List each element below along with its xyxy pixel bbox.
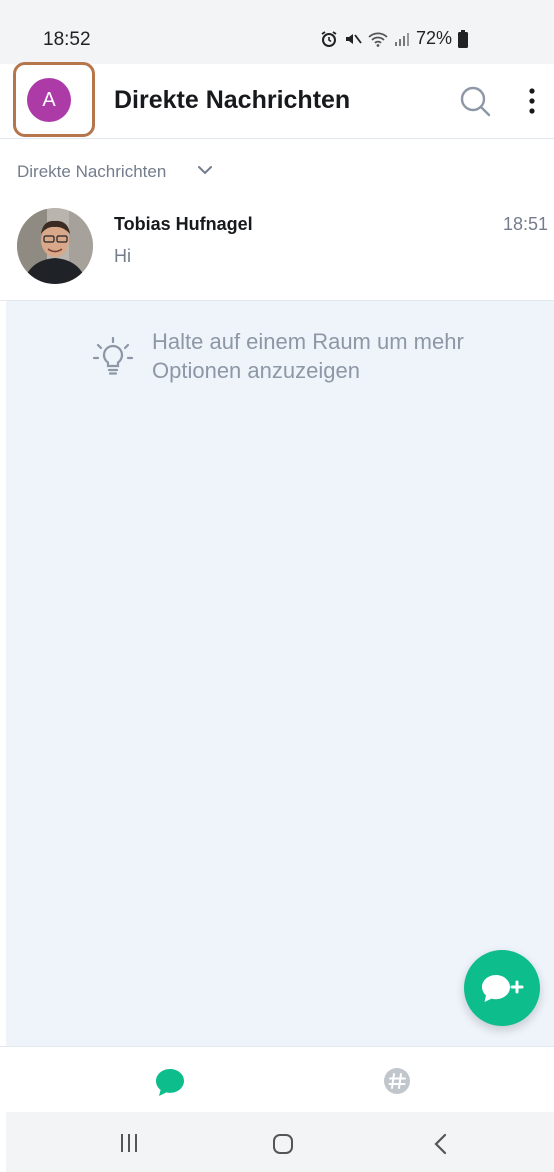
hint-text: Halte auf einem Raum um mehr Optionen an… <box>152 329 464 383</box>
bottom-navigation <box>0 1046 554 1113</box>
lightbulb-icon <box>92 336 134 375</box>
more-vert-icon[interactable] <box>522 84 542 118</box>
rooms-hash-icon[interactable] <box>383 1067 411 1095</box>
back-icon[interactable] <box>431 1132 451 1156</box>
hint: Halte auf einem Raum um mehr Optionen an… <box>92 327 472 385</box>
status-icons: 72% <box>320 28 469 49</box>
user-avatar[interactable]: A <box>27 78 71 122</box>
search-icon[interactable] <box>458 84 492 118</box>
chevron-down-icon <box>198 166 212 175</box>
new-chat-button[interactable] <box>464 950 540 1026</box>
signal-icon <box>395 32 409 46</box>
mute-icon <box>346 33 362 44</box>
system-navigation <box>6 1112 554 1172</box>
app-header: A Direkte Nachrichten <box>0 62 554 139</box>
section-header[interactable]: Direkte Nachrichten <box>0 139 554 191</box>
home-icon[interactable] <box>271 1132 295 1156</box>
new-chat-icon <box>482 975 524 1002</box>
chat-bubble-icon[interactable] <box>154 1067 186 1097</box>
page-title: Direkte Nachrichten <box>114 86 351 114</box>
status-bar: 18:52 72% <box>0 0 554 64</box>
alarm-icon <box>321 30 337 47</box>
room-timestamp: 18:51 <box>502 214 548 234</box>
section-label: Direkte Nachrichten <box>17 162 167 181</box>
battery-percent: 72% <box>416 28 453 48</box>
battery-icon <box>458 29 469 48</box>
recents-icon[interactable] <box>118 1132 140 1154</box>
wifi-icon <box>368 32 388 47</box>
room-list-item[interactable]: Tobias Hufnagel 18:51 Hi <box>0 191 554 301</box>
room-last-message: Hi <box>114 246 131 266</box>
status-time: 18:52 <box>43 29 91 50</box>
room-avatar <box>17 208 93 284</box>
room-name: Tobias Hufnagel <box>114 214 253 234</box>
room-list-background: Halte auf einem Raum um mehr Optionen an… <box>6 301 554 1046</box>
